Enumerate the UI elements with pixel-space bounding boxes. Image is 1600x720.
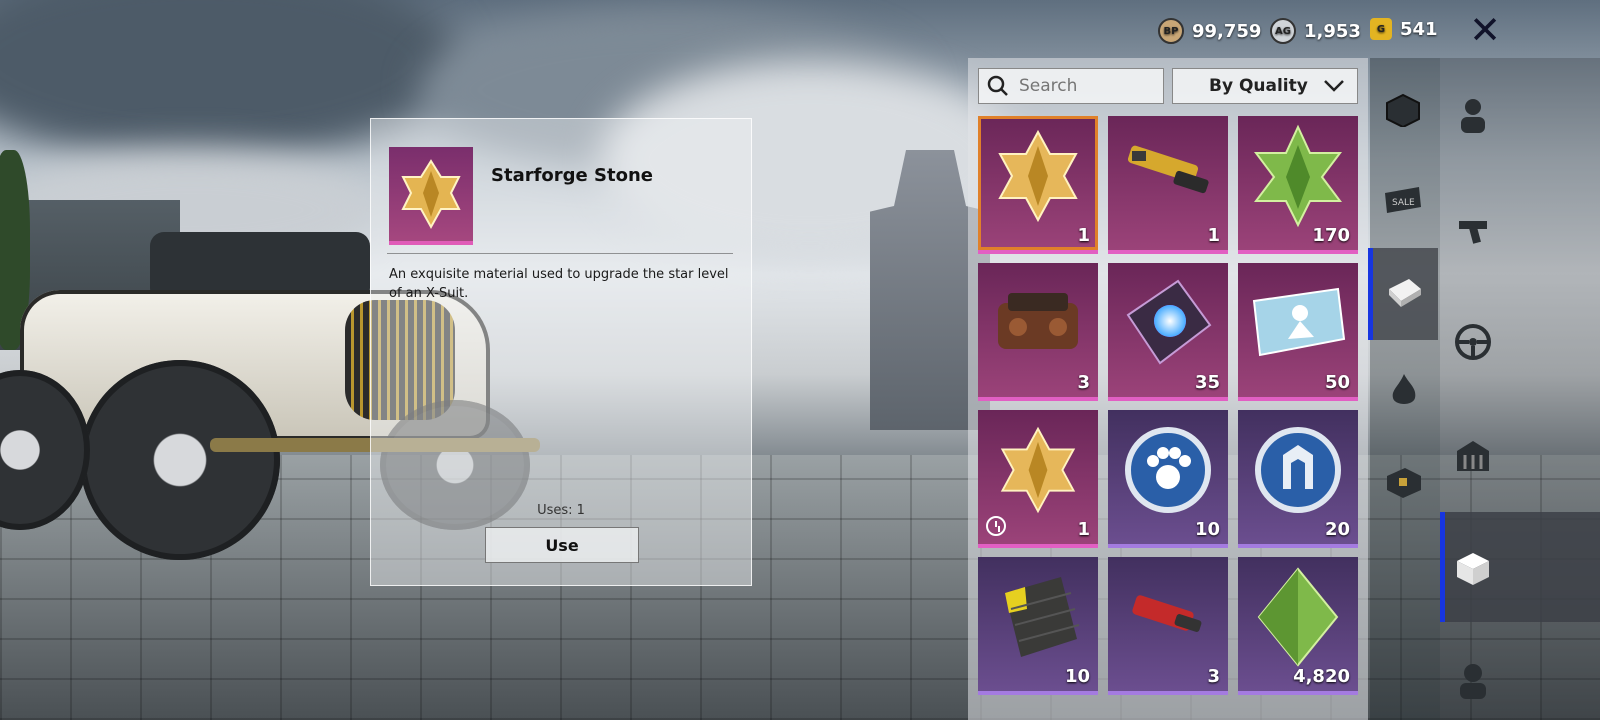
inventory-item-red-attachment[interactable]: 3 bbox=[1108, 557, 1228, 695]
item-quantity: 35 bbox=[1194, 372, 1220, 393]
gold-gun-part-icon bbox=[1127, 145, 1209, 194]
subcategory-active-bar bbox=[1440, 512, 1445, 622]
inventory-panel: By Quality 1 1 170 bbox=[968, 58, 1368, 720]
treasure-box-icon[interactable] bbox=[1384, 462, 1424, 502]
inventory-item-paw-coin[interactable]: 10 bbox=[1108, 410, 1228, 548]
chevron-down-icon bbox=[1324, 80, 1344, 92]
open-box-icon[interactable] bbox=[1453, 548, 1493, 588]
building-icon[interactable] bbox=[1453, 435, 1493, 475]
use-button[interactable]: Use bbox=[485, 527, 639, 563]
item-quantity: 1 bbox=[1077, 225, 1090, 246]
character-icon[interactable] bbox=[1453, 95, 1493, 135]
item-quantity: 20 bbox=[1324, 519, 1350, 540]
paint-card-icon bbox=[1126, 279, 1212, 365]
item-quantity: 10 bbox=[1064, 666, 1090, 687]
item-quantity: 50 bbox=[1324, 372, 1350, 393]
clock-icon bbox=[986, 516, 1006, 536]
fabric-swatch-icon bbox=[1005, 577, 1080, 658]
inventory-item-fabric-swatch[interactable]: 10 bbox=[978, 557, 1098, 695]
fire-icon[interactable] bbox=[1384, 370, 1424, 410]
category-active-bar bbox=[1368, 248, 1373, 340]
inventory-item-paint-card[interactable]: 35 bbox=[1108, 263, 1228, 401]
detail-divider bbox=[387, 253, 733, 254]
inventory-item-green-crystal[interactable]: 170 bbox=[1238, 116, 1358, 254]
currency-ag: AG 1,953 bbox=[1270, 18, 1361, 44]
item-quantity: 3 bbox=[1077, 372, 1090, 393]
inventory-item-engine[interactable]: 3 bbox=[978, 263, 1098, 401]
sale-icon[interactable]: SALE bbox=[1383, 180, 1423, 220]
inventory-item-starforge-stone[interactable]: 1 bbox=[978, 116, 1098, 254]
currency-ag-value: 1,953 bbox=[1304, 20, 1361, 42]
svg-text:SALE: SALE bbox=[1392, 198, 1415, 208]
avatar-icon[interactable] bbox=[1453, 660, 1493, 700]
inventory-item-gun-part[interactable]: 1 bbox=[1108, 116, 1228, 254]
box-icon[interactable] bbox=[1383, 90, 1423, 130]
item-quantity: 10 bbox=[1194, 519, 1220, 540]
photo-card-icon bbox=[1252, 288, 1346, 357]
item-quantity: 1 bbox=[1077, 519, 1090, 540]
inventory-grid: 1 1 170 3 35 50 1 10 20 10 3 4,820 bbox=[978, 116, 1358, 695]
search-icon bbox=[987, 75, 1008, 96]
gold-star-stone-icon bbox=[998, 130, 1078, 223]
engine-icon bbox=[998, 293, 1078, 350]
crate-icon[interactable] bbox=[1384, 272, 1424, 312]
green-crystal-icon bbox=[1254, 124, 1342, 228]
sort-label: By Quality bbox=[1209, 76, 1308, 96]
search-input[interactable] bbox=[1017, 75, 1151, 97]
inventory-item-starforge-stone-timed[interactable]: 1 bbox=[978, 410, 1098, 548]
paw-coin-icon bbox=[1125, 427, 1211, 514]
detail-title: Starforge Stone bbox=[491, 165, 653, 186]
badge-coin-icon bbox=[1255, 427, 1341, 514]
gold-star-stone-icon bbox=[1000, 427, 1076, 514]
bp-coin-icon: BP bbox=[1158, 18, 1184, 44]
green-gem-icon bbox=[1257, 567, 1339, 667]
inventory-item-badge-coin[interactable]: 20 bbox=[1238, 410, 1358, 548]
car-wheel-front bbox=[80, 360, 280, 560]
gun-icon[interactable] bbox=[1453, 210, 1493, 250]
currency-g: G 541 bbox=[1370, 18, 1438, 40]
inventory-item-photo-card[interactable]: 50 bbox=[1238, 263, 1358, 401]
ag-coin-icon: AG bbox=[1270, 18, 1296, 44]
item-quantity: 1 bbox=[1207, 225, 1220, 246]
currency-bp: BP 99,759 bbox=[1158, 18, 1261, 44]
gold-star-stone-icon bbox=[401, 159, 461, 230]
item-quantity: 170 bbox=[1312, 225, 1350, 246]
steering-wheel-icon[interactable] bbox=[1453, 322, 1493, 362]
search-box[interactable] bbox=[978, 68, 1164, 104]
item-detail-panel: Starforge Stone An exquisite material us… bbox=[370, 118, 752, 586]
inventory-item-green-gem[interactable]: 4,820 bbox=[1238, 557, 1358, 695]
detail-description: An exquisite material used to upgrade th… bbox=[389, 267, 729, 301]
item-quantity: 4,820 bbox=[1293, 666, 1350, 687]
close-icon[interactable]: ✕ bbox=[1467, 11, 1503, 49]
currency-bp-value: 99,759 bbox=[1192, 20, 1262, 42]
currency-g-value: 541 bbox=[1400, 18, 1438, 40]
detail-item-thumbnail bbox=[389, 147, 473, 245]
uses-count: Uses: 1 bbox=[537, 503, 585, 518]
item-quantity: 3 bbox=[1207, 666, 1220, 687]
sort-dropdown[interactable]: By Quality bbox=[1172, 68, 1358, 104]
gold-g-icon: G bbox=[1370, 18, 1392, 40]
red-attachment-icon bbox=[1132, 595, 1202, 633]
